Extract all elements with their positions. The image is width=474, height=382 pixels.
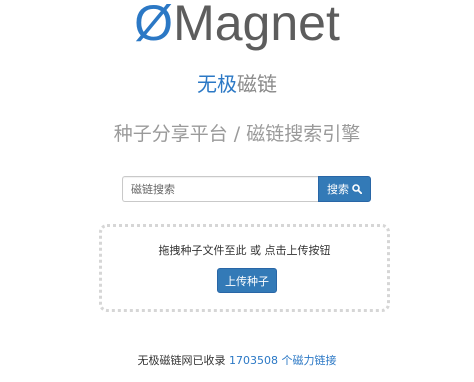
upload-torrent-button[interactable]: 上传种子 xyxy=(217,268,277,293)
dropzone-instruction: 拖拽种子文件至此 或 点击上传按钮 xyxy=(158,244,331,257)
search-icon xyxy=(352,184,362,194)
search-button-label: 搜索 xyxy=(327,183,349,196)
magnet-link-text[interactable]: 个磁力链接 xyxy=(278,354,336,367)
torrent-dropzone[interactable]: 拖拽种子文件至此 或 点击上传按钮 上传种子 xyxy=(99,224,390,312)
page-tagline: 种子分享平台 / 磁链搜索引擎 xyxy=(113,123,361,145)
site-subtitle: 无极磁链 xyxy=(0,69,474,99)
logo-text: Magnet xyxy=(173,0,340,51)
page: ØMagnet 无极磁链 种子分享平台 / 磁链搜索引擎 搜索 拖拽种子文件至此… xyxy=(0,0,474,382)
search-button[interactable]: 搜索 xyxy=(318,176,371,202)
site-logo[interactable]: ØMagnet xyxy=(0,0,474,52)
search-input[interactable] xyxy=(122,176,319,202)
footer-prefix: 无极磁链网已收录 xyxy=(137,354,229,367)
search-form: 搜索 xyxy=(122,176,371,202)
logo-symbol: Ø xyxy=(134,0,174,51)
subtitle-rest: 磁链 xyxy=(237,72,277,96)
magnet-count: 1703508 xyxy=(229,354,278,367)
footer-stats: 无极磁链网已收录 1703508 个磁力链接 xyxy=(0,352,474,370)
subtitle-accent: 无极 xyxy=(197,72,237,96)
